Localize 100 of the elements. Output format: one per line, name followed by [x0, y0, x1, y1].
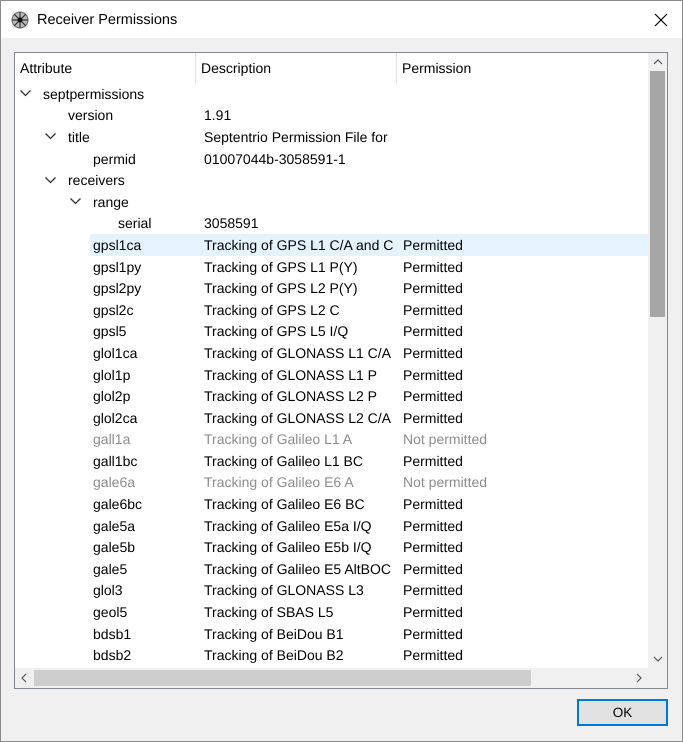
table-cell: 1.91: [204, 107, 232, 124]
table-cell: Permitted: [403, 626, 463, 642]
attribute-name: glol2p: [93, 388, 130, 404]
table-cell: 3058591: [204, 215, 259, 232]
attribute-name: gpsl2c: [93, 302, 134, 318]
tree-row[interactable]: glol2ca Tracking of GLONASS L2 C/A Permitted: [90, 406, 648, 428]
attribute-name: gpsl5: [93, 323, 126, 340]
table-cell: Tracking of GPS L5 I/Q: [204, 323, 348, 340]
tree-row[interactable]: gale6bc Tracking of Galileo E6 BC Permitted: [90, 493, 648, 515]
tree-row[interactable]: title Septentrio Permission File for: [65, 126, 648, 148]
attribute-name: glol1ca: [93, 344, 138, 361]
attribute-name: gpsl1ca: [93, 236, 142, 253]
attribute-name: gpsl1py: [93, 258, 142, 275]
attribute-name: serial: [118, 215, 152, 232]
tree-row[interactable]: bdsb2 Tracking of BeiDou B2 Permitted: [90, 644, 648, 666]
table-cell: Tracking of GPS L1 C/A and C: [204, 236, 394, 253]
attribute-name: version: [68, 107, 114, 124]
attribute-name: title: [68, 128, 90, 145]
attribute-name: geol5: [93, 604, 128, 620]
table-cell: Tracking of GPS L2 P(Y): [204, 280, 358, 296]
table-cell: Permitted: [403, 647, 463, 664]
table-cell: Tracking of Galileo E5b I/Q: [204, 539, 372, 556]
table-cell: Permitted: [403, 518, 463, 534]
tree-row[interactable]: gale5a Tracking of Galileo E5a I/Q Permitted: [90, 514, 648, 536]
vertical-scrollbar[interactable]: [648, 53, 667, 668]
table-cell: Tracking of Galileo E6 BC: [204, 496, 365, 512]
tree-row[interactable]: range: [90, 190, 648, 213]
tree-row[interactable]: bdsb1 Tracking of BeiDou B1 Permitted: [90, 622, 648, 644]
attribute-name: permid: [93, 150, 136, 167]
table-cell: Permitted: [403, 302, 463, 318]
table-cell: Not permitted: [403, 474, 488, 490]
scroll-down-icon[interactable]: [652, 656, 662, 662]
table-cell: Permitted: [403, 344, 463, 361]
chevron-icon[interactable]: [70, 198, 81, 206]
table-cell: Tracking of GLONASS L3: [204, 582, 364, 598]
tree-row[interactable]: gpsl5 Tracking of GPS L5 I/Q Permitted: [90, 320, 648, 342]
tree-row[interactable]: gale5 Tracking of Galileo E5 AltBOC Permitted: [90, 558, 648, 580]
attribute-name: gall1bc: [93, 452, 138, 469]
attribute-name: range: [93, 194, 129, 210]
tree-row[interactable]: septpermissions: [40, 83, 648, 105]
scroll-up-icon[interactable]: [652, 59, 662, 65]
horizontal-scrollbar[interactable]: [15, 668, 648, 688]
attribute-name: glol1p: [93, 366, 130, 383]
chevron-icon[interactable]: [20, 90, 31, 98]
attribute-name: gale5: [93, 560, 128, 577]
scroll-right-icon[interactable]: [636, 673, 642, 683]
scrollbar-thumb[interactable]: [34, 670, 531, 686]
app-icon: [11, 10, 29, 28]
table-cell: Tracking of GLONASS L1 C/A: [204, 344, 391, 361]
tree-row[interactable]: serial 3058591: [115, 212, 648, 234]
attribute-name: septpermissions: [43, 86, 144, 102]
table-cell: Permitted: [403, 366, 463, 383]
table-cell: Tracking of Galileo E5 AltBOC: [204, 560, 392, 577]
table-cell: Permitted: [403, 539, 463, 556]
column-header[interactable]: Description: [196, 53, 397, 83]
table-cell: Permitted: [403, 452, 463, 469]
scrollbar-thumb[interactable]: [650, 71, 665, 317]
table-cell: Tracking of GLONASS L2 P: [204, 388, 377, 404]
table-cell: Permitted: [403, 280, 463, 296]
table-cell: Permitted: [403, 236, 463, 253]
attribute-name: bdsb2: [93, 647, 132, 664]
tree-row[interactable]: gall1bc Tracking of Galileo L1 BC Permitted: [90, 450, 648, 472]
tree-row[interactable]: glol3 Tracking of GLONASS L3 Permitted: [90, 580, 648, 602]
attribute-name: gale5b: [93, 539, 136, 556]
table-cell: Permitted: [403, 258, 463, 275]
tree-row[interactable]: glol1ca Tracking of GLONASS L1 C/A Permitted: [90, 342, 648, 364]
tree-row[interactable]: glol2p Tracking of GLONASS L2 P Permitted: [90, 385, 648, 407]
close-icon[interactable]: [654, 12, 668, 26]
attribute-name: gall1a: [93, 431, 130, 448]
tree-row[interactable]: gpsl1py Tracking of GPS L1 P(Y) Permitted: [90, 256, 648, 278]
table-cell: Permitted: [403, 582, 463, 598]
column-header[interactable]: Permission: [397, 53, 648, 83]
attribute-name: gpsl2py: [93, 280, 142, 296]
tree-row[interactable]: gpsl2py Tracking of GPS L2 P(Y) Permitted: [90, 277, 648, 299]
tree-row[interactable]: gpsl1ca Tracking of GPS L1 C/A and C Permitted: [90, 234, 648, 256]
tree-row[interactable]: glol1p Tracking of GLONASS L1 P Permitted: [90, 364, 648, 386]
attribute-name: bdsb1: [93, 626, 132, 642]
attribute-name: gale5a: [93, 518, 136, 534]
chevron-icon[interactable]: [45, 176, 56, 184]
tree-row[interactable]: gale5b Tracking of Galileo E5b I/Q Permitted: [90, 536, 648, 558]
scroll-left-icon[interactable]: [21, 673, 27, 683]
table-cell: Tracking of BeiDou B2: [204, 647, 344, 664]
table-cell: Tracking of SBAS L5: [204, 604, 334, 620]
ok-button[interactable]: OK: [577, 699, 668, 726]
table-cell: Permitted: [403, 323, 463, 340]
tree-row[interactable]: version 1.91: [65, 104, 648, 126]
tree-row[interactable]: receivers: [65, 169, 648, 191]
tree-row[interactable]: geol5 Tracking of SBAS L5 Permitted: [90, 601, 648, 623]
table-cell: Permitted: [403, 496, 463, 512]
attribute-name: receivers: [68, 172, 125, 188]
attribute-name: glol3: [93, 582, 123, 598]
chevron-icon[interactable]: [45, 133, 56, 140]
column-header[interactable]: Attribute: [15, 53, 196, 83]
table-cell: Tracking of GPS L1 P(Y): [204, 258, 358, 275]
table-cell: Septentrio Permission File for: [204, 128, 388, 145]
table-cell: Tracking of Galileo L1 A: [204, 431, 352, 448]
tree-row[interactable]: permid 01007044b-3058591-1: [90, 148, 648, 170]
table-cell: Tracking of Galileo L1 BC: [204, 452, 363, 469]
attribute-name: gale6a: [93, 474, 136, 490]
tree-row[interactable]: gpsl2c Tracking of GPS L2 C Permitted: [90, 298, 648, 321]
